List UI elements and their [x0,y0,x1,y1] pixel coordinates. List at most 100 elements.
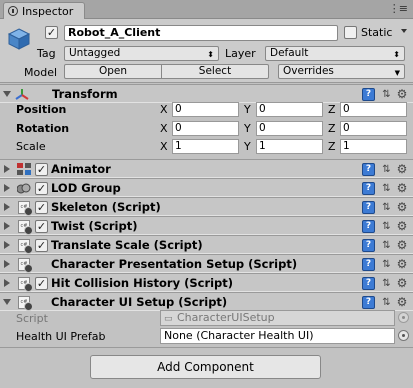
enabled-checkbox[interactable]: ✓ [35,239,48,252]
object-name-field[interactable]: Robot_A_Client [64,25,338,41]
gear-icon[interactable]: ⚙ [395,276,409,290]
dropdown-arrow-icon: ▼ [394,69,400,77]
presets-icon[interactable]: ⇅ [380,88,391,101]
position-z-field[interactable]: 0 [340,102,407,117]
component-hit-collision-history[interactable]: c# ✓ Hit Collision History (Script) ? ⇅ … [0,273,413,292]
gear-icon[interactable]: ⚙ [395,87,409,101]
enabled-checkbox[interactable]: ✓ [35,277,48,290]
script-icon: c# [18,258,33,273]
kebab-menu-icon[interactable]: ⋮≡ [389,2,408,15]
object-picker-icon[interactable] [398,330,409,341]
gear-icon[interactable]: ⚙ [395,238,409,252]
component-lod-group[interactable]: ✓ LOD Group ? ⇅ ⚙ [0,178,413,197]
gameobject-cube-icon [7,28,31,50]
foldout-closed-icon[interactable] [4,165,10,173]
static-checkbox[interactable] [344,26,357,39]
foldout-closed-icon[interactable] [4,203,10,211]
axis-x-label: X [160,140,168,153]
script-label: Script [16,312,48,325]
select-button[interactable]: Select [162,64,269,79]
foldout-open-icon[interactable] [3,299,11,305]
presets-icon[interactable]: ⇅ [380,277,391,290]
open-button[interactable]: Open [64,64,162,79]
rotation-x-field[interactable]: 0 [172,121,239,136]
help-icon[interactable]: ? [362,182,375,195]
add-component-button[interactable]: Add Component [90,355,321,379]
tab-inspector[interactable]: Inspector [3,2,85,19]
presets-icon[interactable]: ⇅ [380,296,391,309]
active-checkbox[interactable]: ✓ [45,26,58,39]
help-icon[interactable]: ? [362,296,375,309]
position-x-field[interactable]: 0 [172,102,239,117]
help-icon[interactable]: ? [362,201,375,214]
static-dropdown-arrow-icon[interactable] [401,29,407,33]
gear-icon[interactable]: ⚙ [395,219,409,233]
component-title: Skeleton (Script) [51,200,161,214]
component-title: Animator [51,162,111,176]
help-icon[interactable]: ? [362,88,375,101]
tag-dropdown[interactable]: Untagged ⬍ [64,46,219,61]
component-skeleton[interactable]: c# ✓ Skeleton (Script) ? ⇅ ⚙ [0,197,413,216]
component-title: Character Presentation Setup (Script) [51,257,298,271]
axis-y-label: Y [244,140,251,153]
scale-x-field[interactable]: 1 [172,139,239,154]
gear-icon[interactable]: ⚙ [395,257,409,271]
transform-header[interactable]: Transform ? ⇅ ⚙ [0,84,413,103]
foldout-closed-icon[interactable] [4,184,10,192]
foldout-closed-icon[interactable] [4,260,10,268]
foldout-closed-icon[interactable] [4,279,10,287]
presets-icon[interactable]: ⇅ [380,163,391,176]
static-label: Static [361,26,393,39]
tab-bar: Inspector ⋮≡ [0,0,413,19]
foldout-closed-icon[interactable] [4,222,10,230]
gear-icon[interactable]: ⚙ [395,200,409,214]
component-character-ui-setup[interactable]: c# Character UI Setup (Script) ? ⇅ ⚙ [0,292,413,311]
layer-value: Default [270,47,309,59]
health-ui-prefab-field[interactable]: None (Character Health UI) [160,328,395,344]
lod-group-icon [17,183,31,194]
axis-z-label: Z [328,103,336,116]
presets-icon[interactable]: ⇅ [380,201,391,214]
help-icon[interactable]: ? [362,258,375,271]
presets-icon[interactable]: ⇅ [380,182,391,195]
component-character-presentation-setup[interactable]: c# Character Presentation Setup (Script)… [0,254,413,273]
foldout-closed-icon[interactable] [4,241,10,249]
component-twist[interactable]: c# ✓ Twist (Script) ? ⇅ ⚙ [0,216,413,235]
help-icon[interactable]: ? [362,163,375,176]
help-icon[interactable]: ? [362,277,375,290]
rotation-y-field[interactable]: 0 [256,121,323,136]
enabled-checkbox[interactable]: ✓ [35,201,48,214]
axis-z-label: Z [328,140,336,153]
layer-dropdown[interactable]: Default ⬍ [265,46,405,61]
overrides-dropdown[interactable]: Overrides ▼ [278,64,405,79]
enabled-checkbox[interactable]: ✓ [35,220,48,233]
axis-z-label: Z [328,122,336,135]
component-translate-scale[interactable]: c# ✓ Translate Scale (Script) ? ⇅ ⚙ [0,235,413,254]
gameobject-header: ✓ Robot_A_Client Static Tag Untagged ⬍ L… [0,19,413,83]
component-animator[interactable]: ✓ Animator ? ⇅ ⚙ [0,159,413,178]
tab-label: Inspector [22,4,74,18]
tag-value: Untagged [69,47,121,59]
enabled-checkbox[interactable]: ✓ [35,182,48,195]
scale-y-field[interactable]: 1 [256,139,323,154]
script-icon: c# [18,296,33,311]
gear-icon[interactable]: ⚙ [395,295,409,309]
component-title: Hit Collision History (Script) [51,276,234,290]
presets-icon[interactable]: ⇅ [380,220,391,233]
gear-icon[interactable]: ⚙ [395,181,409,195]
script-field: ▭ CharacterUISetup [160,310,395,326]
foldout-open-icon[interactable] [3,91,11,97]
scale-z-field[interactable]: 1 [340,139,407,154]
help-icon[interactable]: ? [362,220,375,233]
rotation-label: Rotation [16,122,70,135]
help-icon[interactable]: ? [362,239,375,252]
gear-icon[interactable]: ⚙ [395,162,409,176]
script-icon: c# [18,220,33,235]
presets-icon[interactable]: ⇅ [380,258,391,271]
axis-y-label: Y [244,122,251,135]
rotation-z-field[interactable]: 0 [340,121,407,136]
position-y-field[interactable]: 0 [256,102,323,117]
transform-title: Transform [52,87,118,101]
enabled-checkbox[interactable]: ✓ [35,163,48,176]
presets-icon[interactable]: ⇅ [380,239,391,252]
